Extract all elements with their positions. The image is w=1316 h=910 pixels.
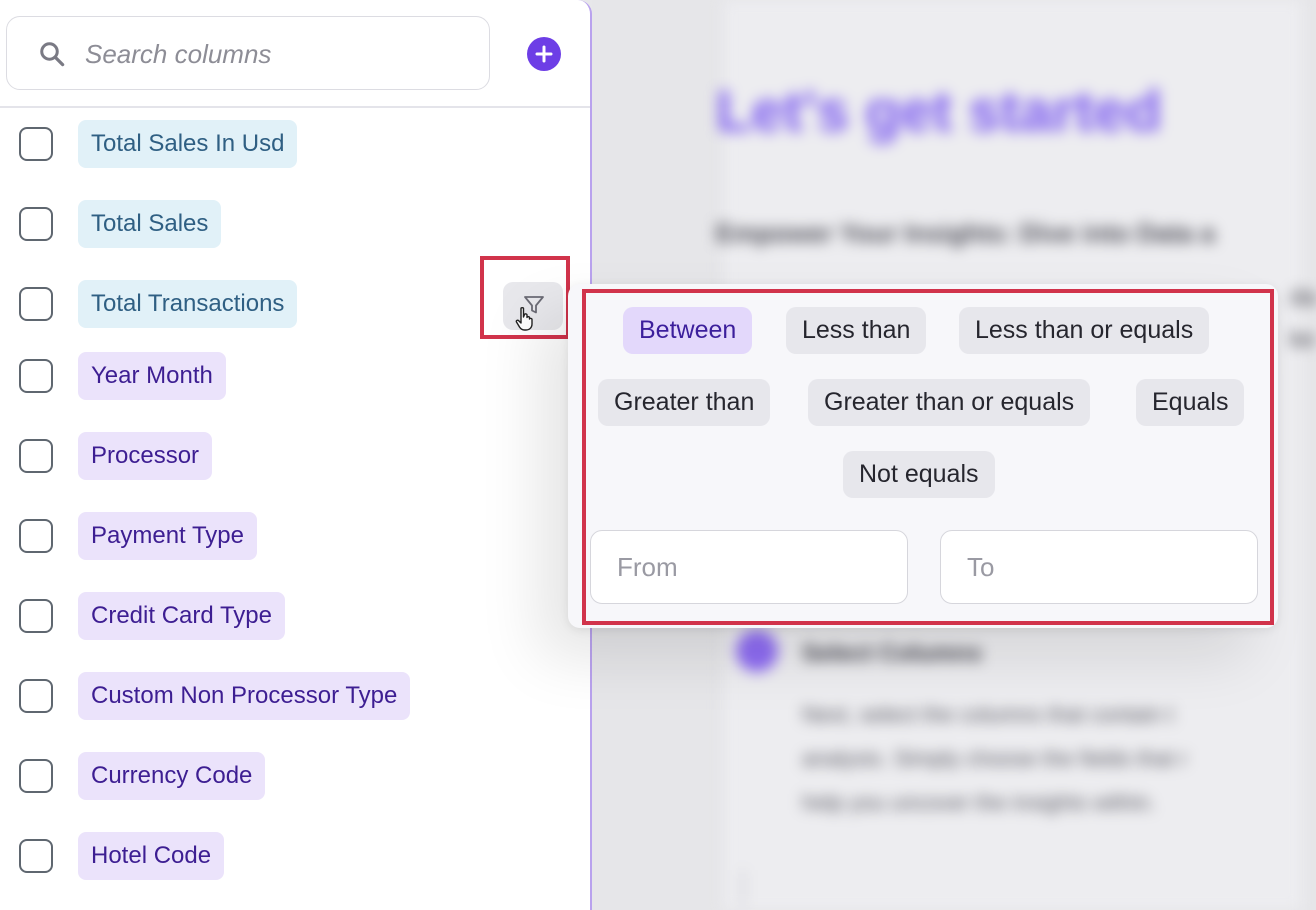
step-connector (742, 870, 744, 906)
search-input[interactable] (85, 27, 475, 81)
column-row[interactable]: Total Sales (0, 184, 590, 264)
operator-greater-than[interactable]: Greater than (598, 379, 771, 426)
operator-not-equals[interactable]: Not equals (843, 451, 995, 498)
column-tag: Hotel Code (78, 832, 225, 880)
column-checkbox[interactable] (19, 599, 53, 633)
column-checkbox[interactable] (19, 127, 53, 161)
column-row[interactable]: Year Month (0, 336, 590, 416)
add-column-button[interactable] (527, 37, 561, 71)
operator-less-than[interactable]: Less than (786, 307, 927, 354)
column-checkbox[interactable] (19, 207, 53, 241)
column-tag: Year Month (78, 352, 226, 400)
column-row[interactable]: Payment Type (0, 496, 590, 576)
column-checkbox[interactable] (19, 839, 53, 873)
from-input[interactable] (590, 530, 908, 604)
column-checkbox[interactable] (19, 359, 53, 393)
step-text: help you uncover the insights within. (802, 790, 1156, 815)
search-icon (40, 42, 65, 67)
operator-greater-than-or-equals[interactable]: Greater than or equals (808, 379, 1091, 426)
column-tag: Total Sales (78, 200, 222, 248)
column-tag: Total Sales In Usd (78, 120, 298, 168)
column-tag: Credit Card Type (78, 592, 285, 640)
background-fragment: da (1290, 284, 1316, 311)
column-row[interactable]: Total Sales In Usd (0, 104, 590, 184)
column-row[interactable]: Credit Card Type (0, 576, 590, 656)
column-row[interactable]: Processor (0, 416, 590, 496)
operator-less-than-or-equals[interactable]: Less than or equals (959, 307, 1210, 354)
column-checkbox[interactable] (19, 679, 53, 713)
column-row[interactable]: Currency Code (0, 736, 590, 816)
column-tag: Custom Non Processor Type (78, 672, 411, 720)
to-input[interactable] (940, 530, 1258, 604)
filter-button-highlight (480, 256, 570, 339)
column-checkbox[interactable] (19, 759, 53, 793)
operator-equals[interactable]: Equals (1136, 379, 1245, 426)
step-text: Next, select the columns that contain t (802, 702, 1174, 727)
column-picker-panel: Total Sales In Usd Total Sales Total Tra… (0, 0, 592, 910)
column-tag: Payment Type (78, 512, 257, 560)
step-title: Select Columns (802, 640, 983, 667)
column-tag: Total Transactions (78, 280, 298, 328)
background-subtitle: Empower Your Insights: Dive into Data a (716, 218, 1215, 248)
column-checkbox[interactable] (19, 287, 53, 321)
column-row[interactable]: Hotel Code (0, 816, 590, 896)
step-indicator (736, 630, 778, 672)
background-title: Let's get started (716, 79, 1162, 144)
column-row[interactable]: Custom Non Processor Type (0, 656, 590, 736)
plus-icon (535, 45, 553, 63)
column-tag: Processor (78, 432, 213, 480)
operator-between[interactable]: Between (623, 307, 753, 354)
column-checkbox[interactable] (19, 519, 53, 553)
step-text: analysis. Simply choose the fields that … (802, 746, 1188, 771)
column-checkbox[interactable] (19, 439, 53, 473)
column-tag: Currency Code (78, 752, 266, 800)
search-box (6, 16, 490, 90)
background-fragment: ke (1290, 326, 1316, 353)
